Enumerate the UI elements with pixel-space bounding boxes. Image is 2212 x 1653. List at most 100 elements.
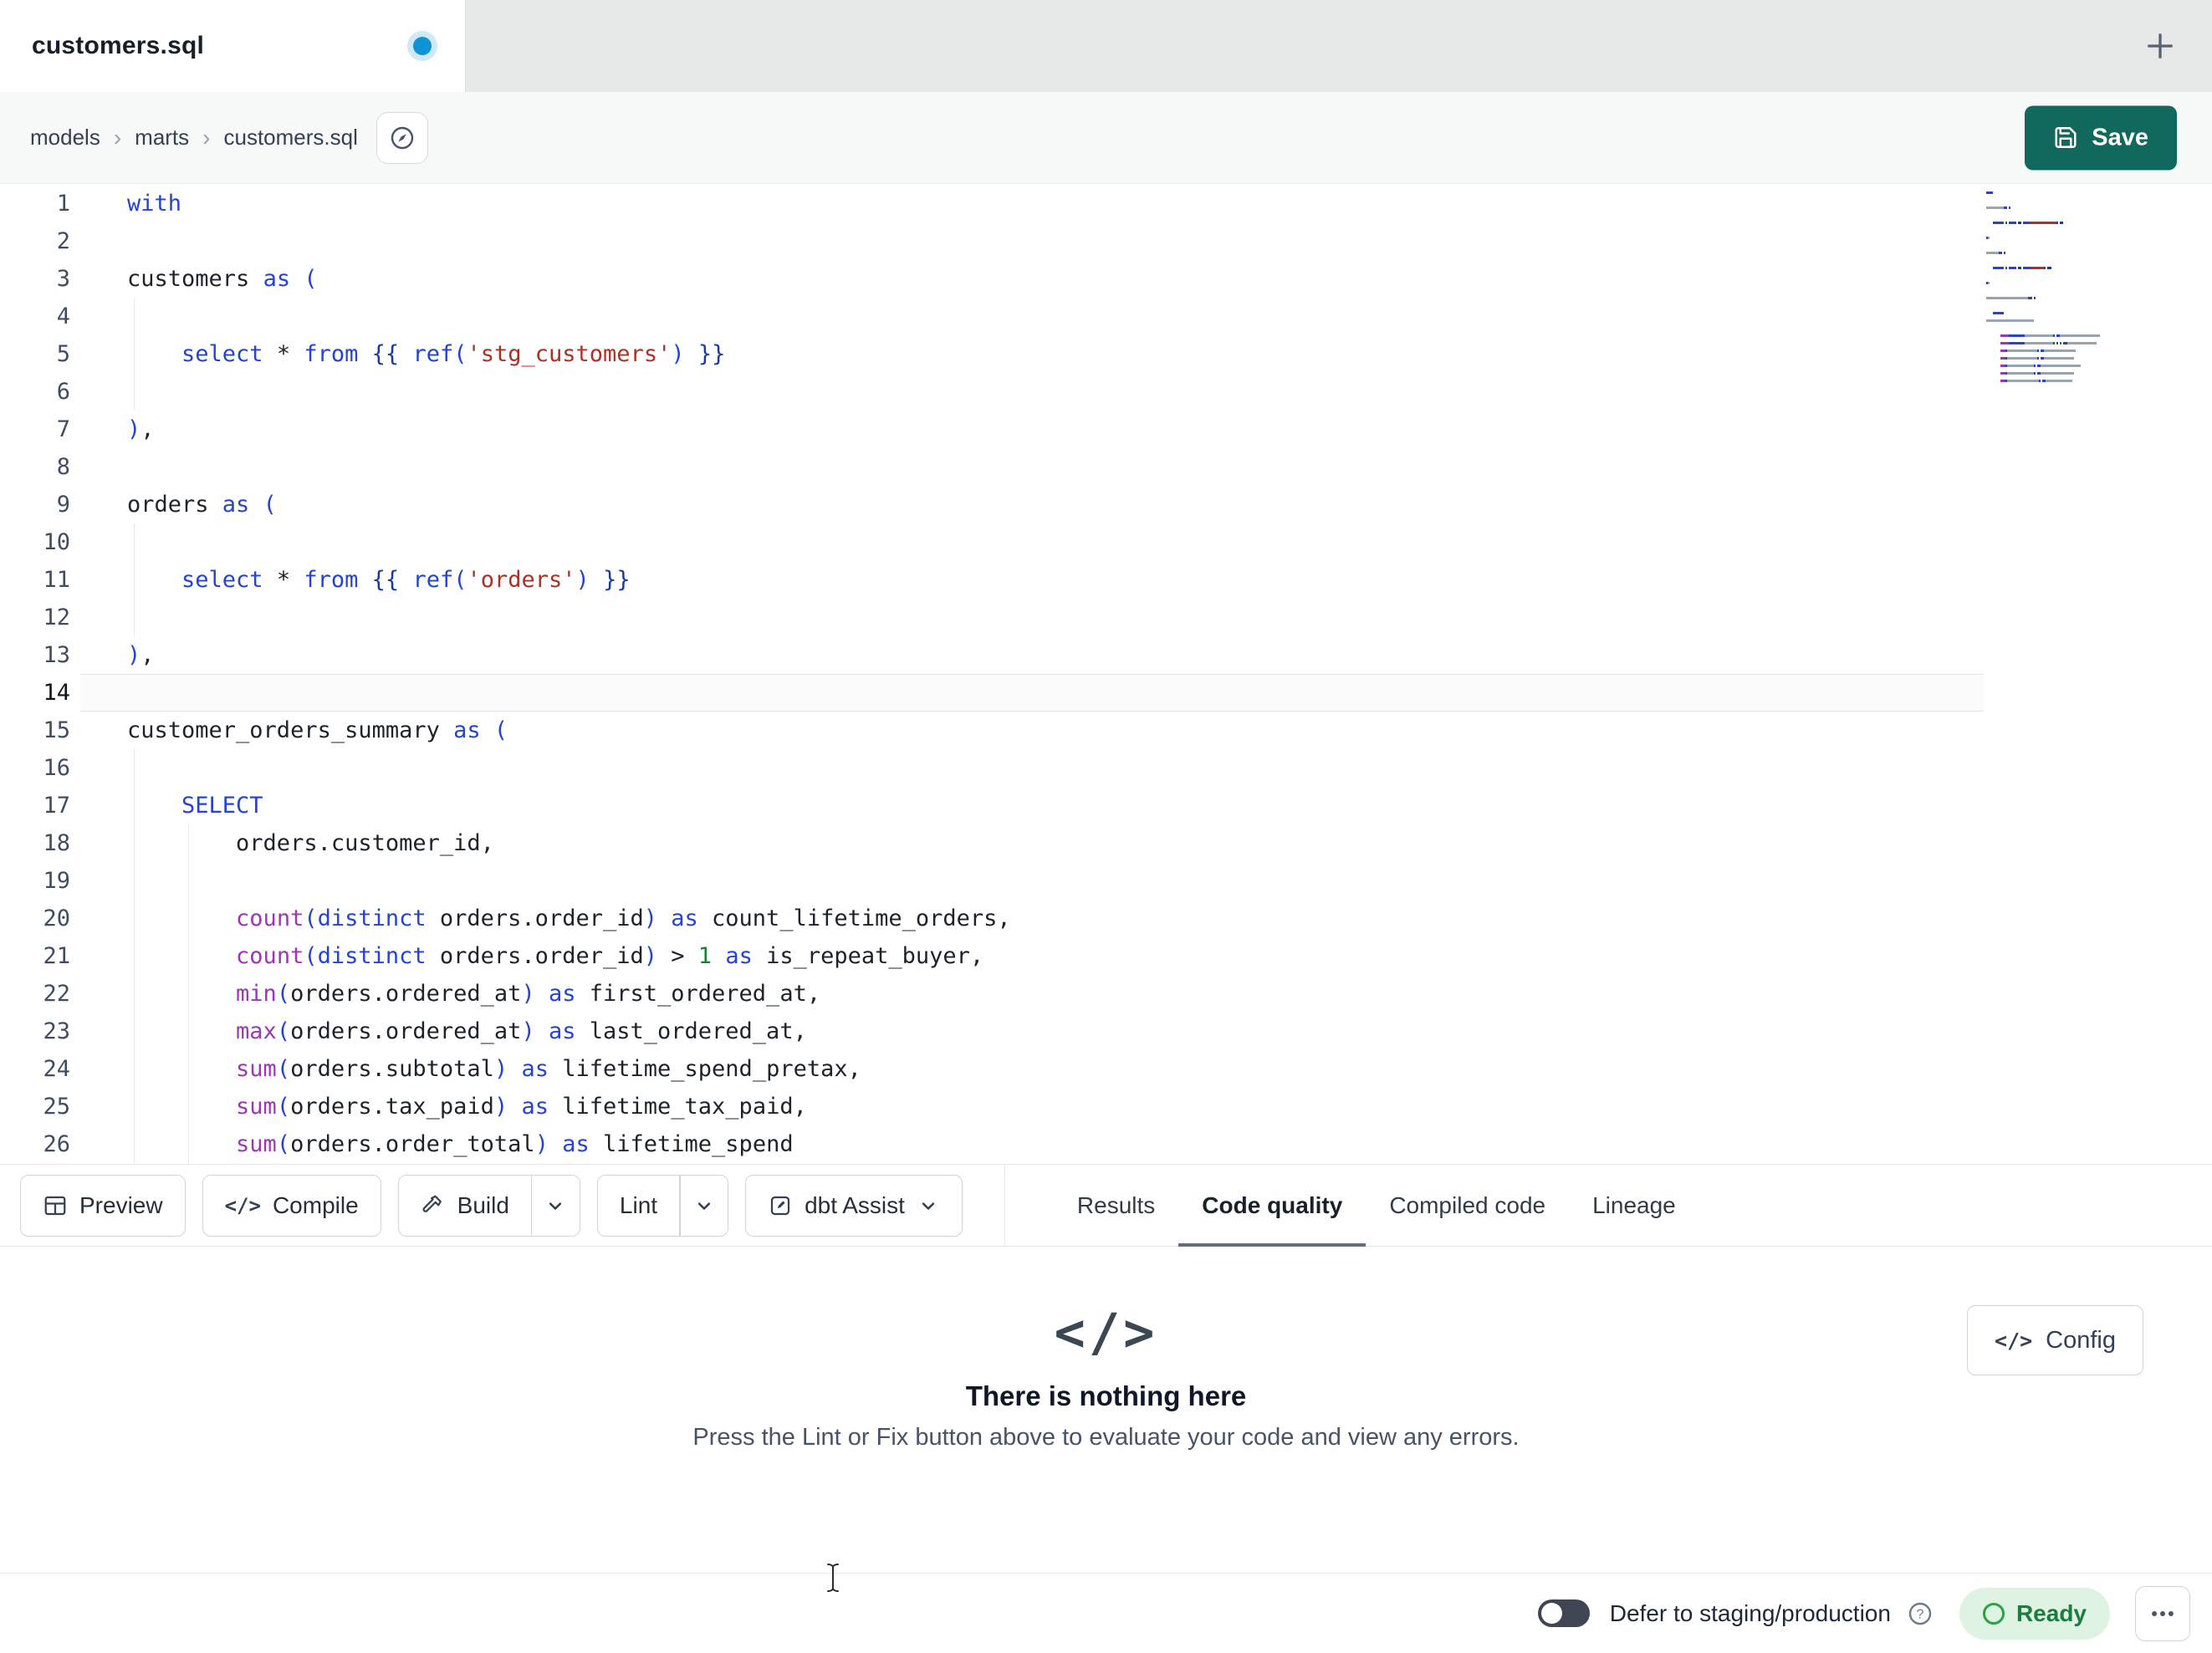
line-number: 20: [43, 906, 70, 931]
code-line-text: [80, 749, 1984, 787]
tab-customers-sql[interactable]: customers.sql: [0, 0, 466, 92]
code-line[interactable]: 26 sum(orders.order_total) as lifetime_s…: [0, 1125, 1984, 1163]
code-line[interactable]: 22 min(orders.ordered_at) as first_order…: [0, 975, 1984, 1013]
defer-toggle[interactable]: [1537, 1599, 1590, 1627]
dbt-ide-window: customers.sql models › marts › customers…: [0, 0, 2212, 1653]
code-line[interactable]: 8: [0, 448, 1984, 486]
code-line[interactable]: 12: [0, 599, 1984, 636]
results-tab-bar: Results Code quality Compiled code Linea…: [1004, 1165, 1699, 1247]
line-number: 13: [43, 642, 70, 668]
breadcrumb-current-file[interactable]: customers.sql: [223, 125, 357, 151]
compile-button-label: Compile: [272, 1191, 359, 1218]
line-number: 1: [56, 191, 70, 217]
editor-toolbar: Preview </> Compile Build Lint dbt Assis…: [0, 1164, 2212, 1247]
chevron-down-icon: [549, 1201, 562, 1210]
save-icon: [2055, 127, 2077, 148]
table-icon: [44, 1196, 66, 1215]
tab-compiled-code[interactable]: Compiled code: [1366, 1165, 1569, 1246]
overflow-menu-button[interactable]: [2135, 1585, 2190, 1641]
code-line[interactable]: 1 with: [0, 185, 1984, 222]
chevron-down-icon: [697, 1201, 711, 1210]
code-line[interactable]: 21 count(distinct orders.order_id) > 1 a…: [0, 937, 1984, 975]
breadcrumb-models[interactable]: models: [30, 125, 100, 151]
new-tab-button[interactable]: [2133, 19, 2187, 73]
code-line[interactable]: 18 orders.customer_id,: [0, 824, 1984, 862]
code-icon: </>: [224, 1193, 261, 1217]
code-line[interactable]: 6: [0, 373, 1984, 411]
code-line-text: ),: [127, 416, 155, 442]
code-line[interactable]: 14: [0, 674, 1984, 712]
code-line[interactable]: 13),: [0, 636, 1984, 674]
code-line[interactable]: 24 sum(orders.subtotal) as lifetime_spen…: [0, 1050, 1984, 1088]
code-line[interactable]: 23 max(orders.ordered_at) as last_ordere…: [0, 1013, 1984, 1050]
help-button[interactable]: ?: [1906, 1599, 1934, 1628]
line-number: 6: [56, 379, 70, 405]
code-line[interactable]: 9 orders as (: [0, 486, 1984, 523]
line-number: 26: [43, 1131, 70, 1157]
ide-status-badge[interactable]: Ready: [1959, 1587, 2110, 1640]
breadcrumb-marts[interactable]: marts: [135, 125, 189, 151]
save-button[interactable]: Save: [2025, 105, 2177, 170]
build-button-label: Build: [457, 1191, 509, 1218]
code-line[interactable]: 17 SELECT: [0, 787, 1984, 824]
code-line-text: select * from {{ ref('orders') }}: [80, 561, 1984, 599]
question-mark-icon: ?: [1908, 1602, 1932, 1625]
line-number: 19: [43, 868, 70, 894]
line-number: 12: [43, 605, 70, 630]
code-line[interactable]: 25 sum(orders.tax_paid) as lifetime_tax_…: [0, 1088, 1984, 1125]
code-icon: </>: [1995, 1328, 2033, 1353]
minimap[interactable]: [1986, 191, 2116, 386]
build-dropdown-button[interactable]: [531, 1174, 580, 1237]
code-line[interactable]: 15 customer_orders_summary as (: [0, 712, 1984, 749]
preview-button[interactable]: Preview: [20, 1174, 186, 1237]
code-line[interactable]: 20 count(distinct orders.order_id) as co…: [0, 900, 1984, 937]
line-number: 3: [56, 266, 70, 292]
code-line[interactable]: 10: [0, 523, 1984, 561]
file-state-button[interactable]: [375, 111, 428, 164]
code-line[interactable]: 7),: [0, 411, 1984, 448]
hammer-icon: [422, 1195, 442, 1212]
build-button[interactable]: Build: [397, 1174, 532, 1237]
code-line-text: min(orders.ordered_at) as first_ordered_…: [80, 975, 1984, 1013]
dbt-assist-button-label: dbt Assist: [805, 1191, 905, 1218]
line-number: 16: [43, 755, 70, 781]
code-line-text: max(orders.ordered_at) as last_ordered_a…: [80, 1013, 1984, 1050]
code-line[interactable]: 3 customers as (: [0, 260, 1984, 298]
config-button-label: Config: [2046, 1326, 2116, 1354]
code-line[interactable]: 19: [0, 862, 1984, 900]
build-button-group: Build: [397, 1174, 580, 1237]
lint-button[interactable]: Lint: [596, 1174, 681, 1237]
ellipsis-icon: [2152, 1610, 2174, 1616]
code-line[interactable]: 4: [0, 298, 1984, 335]
breadcrumb-separator: ›: [202, 124, 211, 151]
tab-lineage[interactable]: Lineage: [1569, 1165, 1699, 1246]
defer-toggle-label: Defer to staging/production: [1609, 1599, 1891, 1626]
code-line[interactable]: 16: [0, 749, 1984, 787]
line-number: 9: [56, 492, 70, 518]
lint-dropdown-button[interactable]: [680, 1174, 729, 1237]
code-line-text: SELECT: [80, 787, 1984, 824]
code-line-text: sum(orders.order_total) as lifetime_spen…: [80, 1125, 1984, 1163]
tab-results[interactable]: Results: [1054, 1165, 1178, 1246]
breadcrumb-separator: ›: [113, 124, 122, 151]
code-line[interactable]: 11 select * from {{ ref('orders') }}: [0, 561, 1984, 599]
tab-code-quality[interactable]: Code quality: [1178, 1165, 1367, 1247]
code-line-text: with: [127, 191, 182, 217]
code-line[interactable]: 5 select * from {{ ref('stg_customers') …: [0, 335, 1984, 373]
tab-title: customers.sql: [32, 32, 205, 59]
code-line-text: sum(orders.subtotal) as lifetime_spend_p…: [80, 1050, 1984, 1088]
line-number: 23: [43, 1018, 70, 1044]
compile-button[interactable]: </> Compile: [202, 1174, 381, 1237]
unsaved-indicator-icon: [413, 37, 432, 55]
chevron-down-icon: [922, 1201, 935, 1210]
compass-icon: [391, 126, 414, 149]
config-button[interactable]: </> Config: [1967, 1305, 2143, 1375]
assist-edit-icon: [770, 1196, 790, 1215]
code-editor[interactable]: 1 with 2 3 customers as (4 5 select * from {{…: [0, 184, 2212, 1164]
line-number: 8: [56, 454, 70, 480]
code-line[interactable]: 2: [0, 222, 1984, 260]
line-number: 22: [43, 981, 70, 1007]
line-number: 21: [43, 943, 70, 969]
dbt-assist-button[interactable]: dbt Assist: [745, 1174, 963, 1237]
code-line-text: orders.customer_id,: [80, 824, 1984, 862]
